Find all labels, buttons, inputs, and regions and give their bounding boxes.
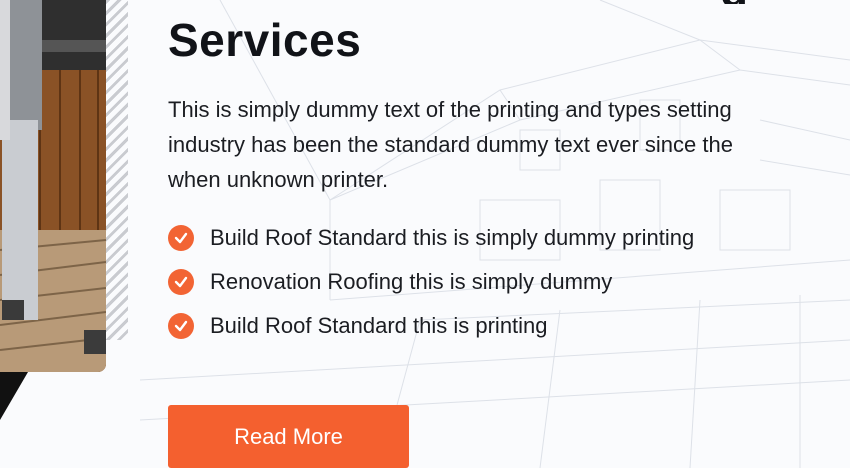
check-circle-icon <box>168 269 194 295</box>
section-title: Services <box>168 14 362 66</box>
feature-item: Renovation Roofing this is simply dummy <box>168 260 808 304</box>
decorative-triangle <box>0 372 28 420</box>
feature-item: Build Roof Standard this is printing <box>168 304 808 348</box>
read-more-button[interactable]: Read More <box>168 405 409 468</box>
feature-item: Build Roof Standard this is simply dummy… <box>168 216 808 260</box>
check-circle-icon <box>168 225 194 251</box>
feature-label: Build Roof Standard this is simply dummy… <box>210 225 695 250</box>
section-description: This is simply dummy text of the printin… <box>168 97 733 192</box>
roofer-photo <box>0 0 106 372</box>
check-circle-icon <box>168 313 194 339</box>
feature-label: Renovation Roofing this is simply dummy <box>210 269 613 294</box>
feature-list: Build Roof Standard this is simply dummy… <box>168 216 808 348</box>
feature-label: Build Roof Standard this is printing <box>210 313 548 338</box>
decorative-stripes <box>106 0 128 340</box>
hero-photo-area <box>0 0 128 420</box>
heading-overflow-glyph: g <box>720 0 746 4</box>
